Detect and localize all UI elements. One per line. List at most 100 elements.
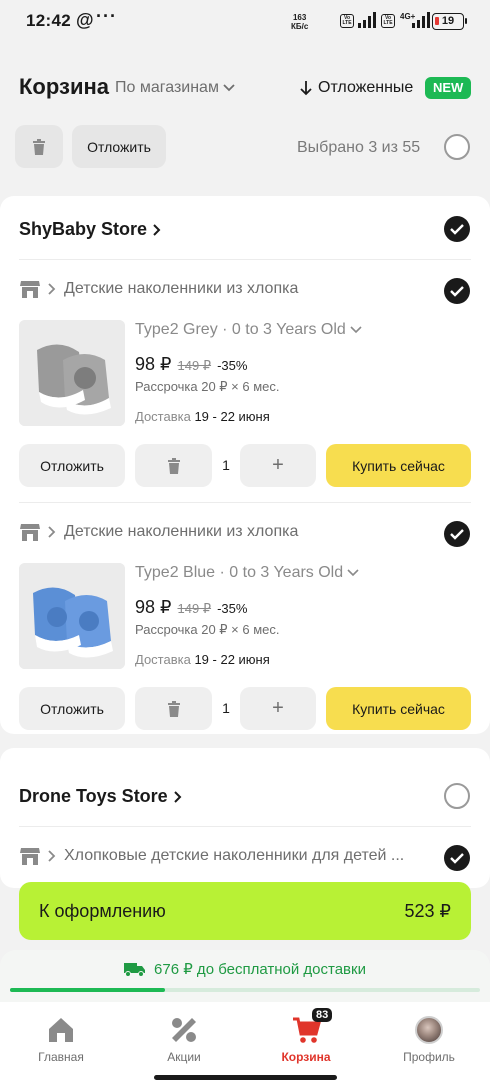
- buy-now-button[interactable]: Купить сейчас: [326, 687, 471, 730]
- trash-icon: [167, 700, 180, 717]
- checkout-button[interactable]: К оформлению 523 ₽: [19, 882, 471, 940]
- check-icon: [450, 223, 464, 235]
- divider: [19, 502, 471, 503]
- cart-count-badge: 83: [312, 1008, 333, 1022]
- product-title-link[interactable]: Детские наколенники из хлопка: [20, 523, 298, 541]
- status-bar: 12:42 @ ··· 163 КБ/с Vo LTE Vo LTE 4G+ 1…: [0, 0, 490, 44]
- delete-selected-button[interactable]: [15, 125, 63, 168]
- saved-items-link[interactable]: Отложенные: [300, 79, 413, 97]
- store-name-link[interactable]: ShyBaby Store: [19, 219, 161, 240]
- sort-dropdown[interactable]: По магазинам: [115, 79, 235, 97]
- variant-selector[interactable]: Type2 Blue · 0 to 3 Years Old: [135, 564, 359, 582]
- quantity-value: 1: [222, 700, 230, 716]
- nav-profile[interactable]: Профиль: [384, 1012, 474, 1064]
- remove-item-button[interactable]: [135, 687, 212, 730]
- product-title-link[interactable]: Детские наколенники из хлопка: [20, 280, 298, 298]
- price-old: 149 ₽: [177, 358, 212, 373]
- chevron-right-icon: [173, 790, 182, 803]
- battery-icon: 19: [432, 13, 467, 30]
- store-checkbox[interactable]: [444, 216, 470, 242]
- volte-icon-2: Vo LTE: [381, 14, 395, 28]
- store-icon: [20, 524, 40, 541]
- cart-header: Корзина По магазинам Отложенные NEW Отло…: [0, 44, 490, 178]
- delivery-dates: 19 - 22 июня: [194, 652, 270, 667]
- product-title-link[interactable]: Хлопковые детские наколенники для детей …: [20, 847, 404, 865]
- page-title: Корзина: [19, 74, 109, 99]
- check-icon: [450, 852, 464, 864]
- volte-icon: Vo LTE: [340, 14, 354, 28]
- product-title: Детские наколенники из хлопка: [64, 280, 299, 297]
- divider: [19, 259, 471, 260]
- free-delivery-banner[interactable]: 676 ₽ до бесплатной доставки: [0, 950, 490, 1002]
- store-card-drone-toys: Drone Toys Store Хлопковые детские накол…: [0, 748, 490, 888]
- delivery-label: Доставка: [135, 652, 191, 667]
- price-old: 149 ₽: [177, 601, 212, 616]
- chevron-right-icon: [48, 850, 56, 862]
- checkout-label: К оформлению: [39, 900, 166, 921]
- signal-icon-2: [412, 12, 430, 28]
- nav-promo-label: Акции: [167, 1050, 201, 1064]
- percent-icon: [172, 1018, 196, 1042]
- price-row: 98 ₽ 149 ₽ -35%: [135, 354, 247, 375]
- arrow-down-icon: [300, 81, 312, 96]
- remove-item-button[interactable]: [135, 444, 212, 487]
- product-title: Детские наколенники из хлопка: [64, 523, 299, 540]
- trash-icon: [33, 138, 45, 155]
- home-icon: [49, 1018, 73, 1042]
- free-delivery-text: 676 ₽ до бесплатной доставки: [154, 961, 366, 978]
- installment-info: Рассрочка 20 ₽ × 6 мес.: [135, 379, 280, 394]
- discount-badge: -35%: [217, 601, 248, 616]
- trash-icon: [167, 457, 180, 474]
- nav-promo[interactable]: Акции: [139, 1012, 229, 1064]
- free-delivery-progress: [10, 988, 480, 992]
- variant-label: Type2 Grey · 0 to 3 Years Old: [135, 321, 346, 338]
- product-checkbox[interactable]: [444, 521, 470, 547]
- select-all-checkbox[interactable]: [444, 134, 470, 160]
- variant-selector[interactable]: Type2 Grey · 0 to 3 Years Old: [135, 321, 362, 339]
- variant-label: Type2 Blue · 0 to 3 Years Old: [135, 564, 344, 581]
- chevron-down-icon: [347, 569, 359, 577]
- increase-quantity-button[interactable]: +: [240, 687, 316, 730]
- chevron-right-icon: [48, 526, 56, 538]
- price-current: 98 ₽: [135, 597, 172, 617]
- store-name-link[interactable]: Drone Toys Store: [19, 786, 182, 807]
- price-current: 98 ₽: [135, 354, 172, 374]
- avatar: [415, 1016, 443, 1044]
- buy-now-button[interactable]: Купить сейчас: [326, 444, 471, 487]
- product-checkbox[interactable]: [444, 278, 470, 304]
- store-name: ShyBaby Store: [19, 219, 148, 239]
- chevron-right-icon: [153, 223, 161, 236]
- home-indicator[interactable]: [154, 1075, 337, 1080]
- delivery-info: Доставка 19 - 22 июня: [135, 652, 270, 667]
- product-checkbox[interactable]: [444, 845, 470, 871]
- truck-icon: [124, 963, 146, 977]
- discount-badge: -35%: [217, 358, 248, 373]
- delivery-label: Доставка: [135, 409, 191, 424]
- chevron-down-icon: [350, 326, 362, 334]
- section-gap: [0, 734, 490, 748]
- nav-profile-label: Профиль: [403, 1050, 455, 1064]
- nav-home-label: Главная: [38, 1050, 84, 1064]
- store-icon: [20, 281, 40, 298]
- kneepad-image: [19, 320, 125, 426]
- defer-button[interactable]: Отложить: [19, 444, 125, 487]
- more-notifications-icon: ···: [96, 6, 117, 26]
- product-image-blue-kneepads[interactable]: [19, 563, 125, 669]
- increase-quantity-button[interactable]: +: [240, 444, 316, 487]
- nav-home[interactable]: Главная: [16, 1012, 106, 1064]
- store-checkbox[interactable]: [444, 783, 470, 809]
- chevron-down-icon: [223, 84, 235, 92]
- store-name: Drone Toys Store: [19, 786, 168, 806]
- nav-cart[interactable]: Корзина: [261, 1012, 351, 1064]
- defer-selected-button[interactable]: Отложить: [72, 125, 166, 168]
- product-image-grey-kneepads[interactable]: [19, 320, 125, 426]
- installment-info: Рассрочка 20 ₽ × 6 мес.: [135, 622, 280, 637]
- delivery-dates: 19 - 22 июня: [194, 409, 270, 424]
- defer-button[interactable]: Отложить: [19, 687, 125, 730]
- check-icon: [450, 528, 464, 540]
- free-delivery-info: 676 ₽ до бесплатной доставки: [0, 960, 490, 978]
- product-title: Хлопковые детские наколенники для детей …: [64, 847, 405, 864]
- price-row: 98 ₽ 149 ₽ -35%: [135, 597, 247, 618]
- store-card-shybaby: ShyBaby Store Детские наколенники из хло…: [0, 196, 490, 734]
- free-delivery-progress-fill: [10, 988, 166, 992]
